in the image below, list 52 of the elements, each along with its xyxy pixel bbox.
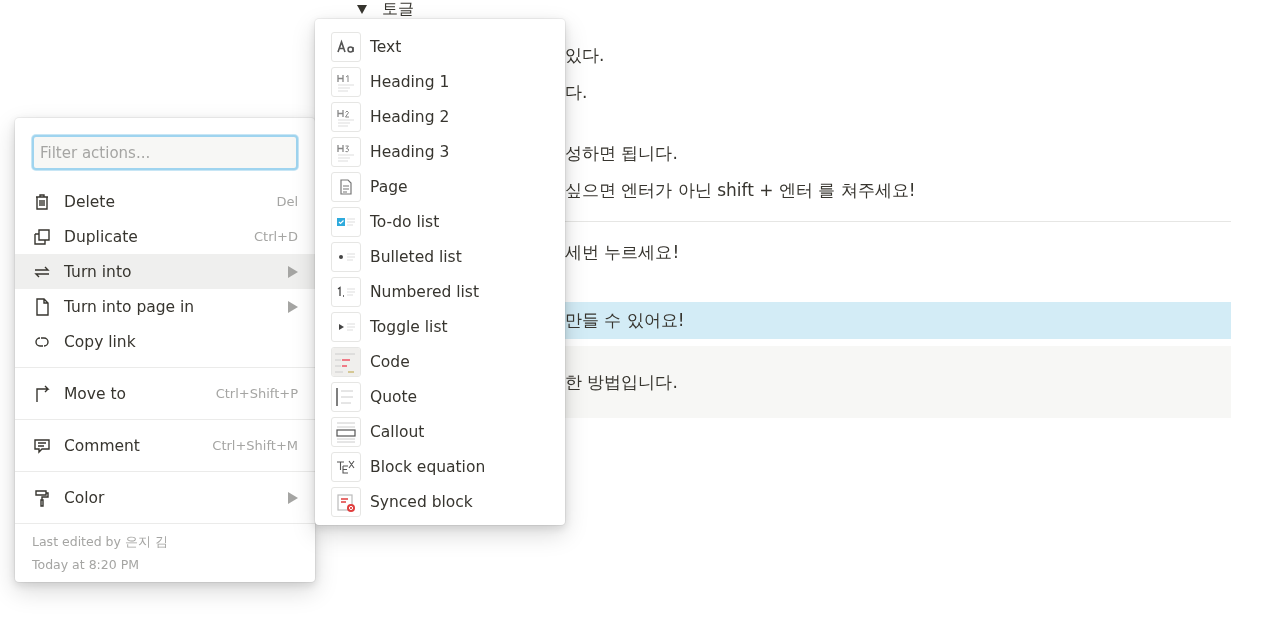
block-type-item[interactable]: Quote [315, 379, 565, 414]
callout-text: 만들 수 있어요! [565, 309, 685, 332]
quote-icon [331, 381, 361, 412]
toggle-arrow-icon[interactable] [356, 3, 368, 15]
shortcut-text: Ctrl+D [253, 229, 298, 244]
bullet-icon [331, 241, 361, 272]
block-type-item[interactable]: Page [315, 169, 565, 204]
menu-item[interactable]: Comment Ctrl+Shift+M [15, 428, 315, 463]
menu-item[interactable]: Delete Del [15, 184, 315, 219]
paragraph: 성하면 됩니다. [565, 141, 678, 165]
callout-icon [331, 416, 361, 447]
block-type-item[interactable]: Heading 2 [315, 99, 565, 134]
block-type-item[interactable]: Block equation [315, 449, 565, 484]
toggle-title: 토글 [382, 0, 414, 19]
toggle-icon [331, 311, 361, 342]
block-type-item[interactable]: Toggle list [315, 309, 565, 344]
block-type-item[interactable]: Synced block [315, 484, 565, 519]
paragraph: 다. [565, 80, 588, 104]
block-type-item[interactable]: To-do list [315, 204, 565, 239]
heading-icon [331, 101, 361, 132]
block-type-item[interactable]: Code [315, 344, 565, 379]
last-edited-text: Last edited by 은지 김 [32, 534, 169, 551]
heading-icon [331, 136, 361, 167]
menu-item[interactable]: Duplicate Ctrl+D [15, 219, 315, 254]
menu-item[interactable]: Move to Ctrl+Shift+P [15, 376, 315, 411]
equation-icon [331, 451, 361, 482]
shortcut-text: Ctrl+Shift+M [212, 438, 298, 453]
block-type-item[interactable]: Callout [315, 414, 565, 449]
menu-item[interactable]: Turn into page in [15, 289, 315, 324]
paragraph: 싶으면 엔터가 아닌 shift + 엔터 를 쳐주세요! [565, 178, 916, 202]
text-icon [331, 31, 361, 62]
menu-item[interactable]: Copy link [15, 324, 315, 359]
block-text: 한 방법입니다. [565, 370, 678, 394]
synced-block-icon [331, 486, 361, 517]
menu-item[interactable]: Color [15, 480, 315, 515]
block-type-item[interactable]: Text [315, 29, 565, 64]
block-type-item[interactable]: Bulleted list [315, 239, 565, 274]
block-type-item[interactable]: Numbered list [315, 274, 565, 309]
paragraph: 있다. [565, 43, 605, 67]
checkbox-icon [331, 206, 361, 237]
block-type-item[interactable]: Heading 3 [315, 134, 565, 169]
filter-field[interactable]: Filter actions... [32, 135, 298, 170]
paragraph: 세번 누르세요! [565, 240, 680, 264]
numbered-icon [331, 276, 361, 307]
heading-icon [331, 66, 361, 97]
edited-time-text: Today at 8:20 PM [32, 557, 141, 572]
shortcut-text: Del [276, 194, 298, 209]
page-icon [331, 171, 361, 202]
shortcut-text: Ctrl+Shift+P [215, 386, 298, 401]
menu-item[interactable]: Turn into [15, 254, 315, 289]
code-icon [331, 346, 361, 377]
block-type-item[interactable]: Heading 1 [315, 64, 565, 99]
